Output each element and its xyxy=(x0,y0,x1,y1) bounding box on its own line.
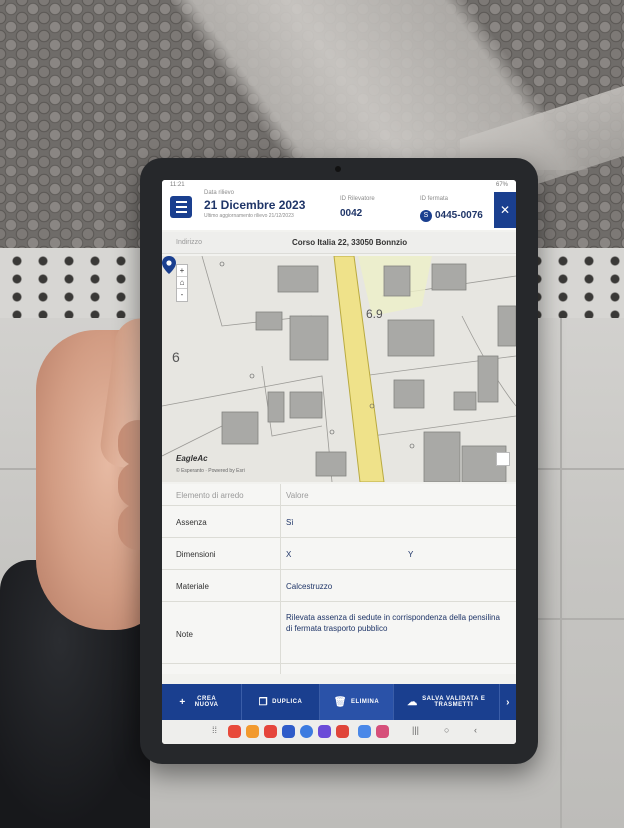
status-time: 11:21 xyxy=(170,182,185,188)
tablet-screen: 11:21 67% Data rilievo 21 Dicembre 2023 … xyxy=(162,180,516,744)
table-header-row: Elemento di arredo Valore xyxy=(162,484,516,506)
app-header: 11:21 67% Data rilievo 21 Dicembre 2023 … xyxy=(162,180,516,230)
app-icon[interactable] xyxy=(246,725,259,738)
delete-button[interactable]: 🗑 ELIMINA xyxy=(320,684,394,720)
row-key: Note xyxy=(176,630,193,639)
table-row[interactable]: Note Rilevata assenza di sedute in corri… xyxy=(162,602,516,664)
app-icon[interactable] xyxy=(228,725,241,738)
action-toolbar: + CREA NUOVA ❐ DUPLICA 🗑 ELIMINA ☁ SALVA… xyxy=(162,684,516,720)
copy-icon: ❐ xyxy=(258,696,269,708)
surveyor-caption: ID Rilevatore xyxy=(340,196,375,202)
cloud-upload-icon: ☁ xyxy=(407,696,418,708)
map-logo: EagleAc xyxy=(176,454,208,463)
app-icon[interactable] xyxy=(318,725,331,738)
address-row: Indirizzo Corso Italia 22, 33050 Bonnzio xyxy=(162,232,516,254)
table-row[interactable]: Dimensioni X Y xyxy=(162,538,516,570)
recents-icon[interactable]: ||| xyxy=(412,725,419,735)
app-icon[interactable] xyxy=(300,725,313,738)
location-pin-icon[interactable] xyxy=(162,256,176,274)
stop-id: 0445-0076 xyxy=(435,210,483,221)
note-value: Rilevata assenza di sedute in corrispond… xyxy=(286,613,500,633)
dimension-x-label: X xyxy=(286,550,292,559)
duplicate-button[interactable]: ❐ DUPLICA xyxy=(242,684,320,720)
stop-caption: ID fermata xyxy=(420,196,449,202)
save-validate-transmit-button[interactable]: ☁ SALVA VALIDATA E TRASMETTI xyxy=(394,684,500,720)
row-value: Calcestruzzo xyxy=(286,582,333,591)
close-button[interactable]: ✕ xyxy=(494,192,516,228)
table-row[interactable]: Materiale Calcestruzzo xyxy=(162,570,516,602)
table-header-key: Elemento di arredo xyxy=(176,491,244,500)
attribute-table: Elemento di arredo Valore Assenza Sì Dim… xyxy=(162,484,516,674)
tablet-device: 11:21 67% Data rilievo 21 Dicembre 2023 … xyxy=(140,158,538,764)
row-value: Sì xyxy=(286,518,294,527)
svg-text:6: 6 xyxy=(172,349,180,365)
table-divider xyxy=(280,484,281,674)
front-camera xyxy=(335,166,341,172)
map-canvas: 6 6.9 xyxy=(162,256,516,482)
close-icon: ✕ xyxy=(499,203,511,217)
date-caption: Data rilievo xyxy=(204,190,235,196)
create-new-button[interactable]: + CREA NUOVA xyxy=(162,684,242,720)
stop-badge: S xyxy=(420,210,432,222)
zoom-in-button[interactable]: + xyxy=(177,265,187,277)
toolbar-more-button[interactable]: › xyxy=(500,684,516,720)
trash-icon: 🗑 xyxy=(333,696,348,708)
chevron-right-icon: › xyxy=(506,696,510,708)
last-update: Ultimo aggiornamento rilievo 21/12/2023 xyxy=(204,213,294,219)
zoom-out-button[interactable]: - xyxy=(177,289,187,301)
surveyor-id: 0042 xyxy=(340,208,363,219)
table-header-value: Valore xyxy=(286,491,309,500)
status-battery: 67% xyxy=(495,182,508,188)
apps-grid-icon[interactable]: ⁞⁞ xyxy=(212,725,217,735)
app-icon[interactable] xyxy=(282,725,295,738)
android-navigation-bar: ⁞⁞ ||| ○ ‹ xyxy=(162,720,516,744)
menu-icon xyxy=(175,201,187,203)
address-label: Indirizzo xyxy=(176,239,203,246)
map-zoom-control: + ⌂ - xyxy=(176,264,188,302)
zoom-home-button[interactable]: ⌂ xyxy=(177,277,187,289)
dimension-y-label: Y xyxy=(408,550,414,559)
app-icon[interactable] xyxy=(358,725,371,738)
app-icon[interactable] xyxy=(376,725,389,738)
back-icon[interactable]: ‹ xyxy=(474,725,477,735)
layers-button[interactable] xyxy=(496,452,510,466)
svg-text:6.9: 6.9 xyxy=(366,307,383,321)
plus-icon: + xyxy=(179,696,186,708)
table-row[interactable]: Assenza Sì xyxy=(162,506,516,538)
map-credit: © Esperanto · Powered by Esri xyxy=(176,468,245,474)
app-icon[interactable] xyxy=(264,725,277,738)
row-key: Materiale xyxy=(176,582,209,591)
home-icon[interactable]: ○ xyxy=(444,725,449,735)
map-view[interactable]: 6 6.9 + ⌂ - EagleAc © Esperanto · Powere… xyxy=(162,256,516,482)
survey-date: 21 Dicembre 2023 xyxy=(204,198,306,212)
menu-button[interactable] xyxy=(170,196,192,218)
row-key: Dimensioni xyxy=(176,550,216,559)
app-icon[interactable] xyxy=(336,725,349,738)
address-value: Corso Italia 22, 33050 Bonnzio xyxy=(292,238,408,247)
row-key: Assenza xyxy=(176,518,207,527)
